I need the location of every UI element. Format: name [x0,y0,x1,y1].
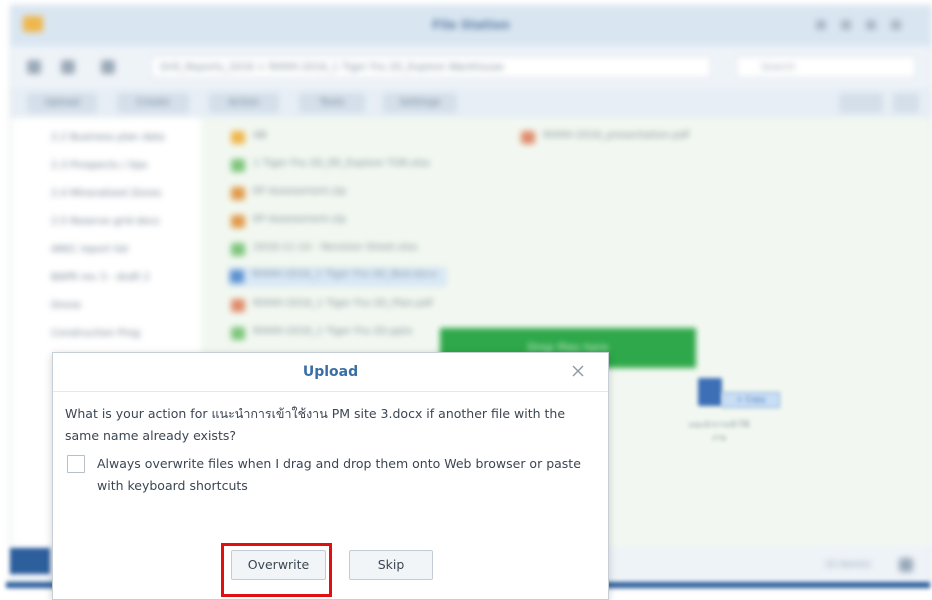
maximize-icon[interactable] [866,20,876,30]
sort-icon[interactable] [893,93,919,113]
folder-tree-item[interactable]: Construction Prog [51,328,140,342]
close-icon-glyph [572,365,584,377]
path-bar: Drill_Reports_2016 > RHHH-2016_1 Tiger F… [11,46,931,88]
file-item[interactable]: EP Assessment.zip [231,214,346,230]
file-item[interactable]: RHHH-2016_1 Tiger Fra 2D_Plan.pdf [231,298,433,314]
pin-icon[interactable] [816,20,826,30]
settings-button[interactable]: Settings [383,93,457,113]
folder-tree-item[interactable]: 2.2 Business plan data [51,132,165,146]
path-field[interactable]: Drill_Reports_2016 > RHHH-2016_1 Tiger F… [151,56,711,78]
dialog-title: Upload [302,364,359,380]
action-menu-button[interactable]: Action [209,93,279,113]
folder-tree-item[interactable]: 2.5 Reserve grid docs [51,216,159,230]
file-item[interactable]: RHHH-2016_1 Tiger Fra 2D.pptx [231,326,413,342]
minimize-icon[interactable] [841,20,851,30]
item-count: 10 item(s) [824,560,871,570]
window-close-icon[interactable] [891,20,901,30]
file-item[interactable]: RHHH-2016_presentation.pdf [521,130,689,146]
file-item[interactable]: AB [231,130,267,146]
overwrite-button[interactable]: Overwrite [231,550,326,580]
back-icon[interactable] [27,60,41,74]
create-menu-button[interactable]: Create [117,93,189,113]
file-item[interactable]: EP Assessment.zip [231,186,346,202]
file-item[interactable]: 2016-11-10 - Revision Sheet.xlsx [231,242,418,258]
folder-tree-item[interactable]: 2.4 Mineralized Zones [51,188,161,202]
skip-button[interactable]: Skip [349,550,433,580]
close-icon[interactable] [568,361,588,381]
window-titlebar: File Station [11,6,931,46]
conflict-question: What is your action for แนะนำการเข้าใช้ง… [65,406,566,443]
dialog-header: Upload [53,353,608,391]
tools-menu-button[interactable]: Tools [299,93,365,113]
refresh-status-icon[interactable] [899,558,913,572]
file-item[interactable]: 1 Tiger Fra 2D_EE_Explore TOR.xlsx [231,158,430,174]
upload-menu-button[interactable]: Upload [27,93,97,113]
view-toggle-button[interactable] [839,93,883,113]
forward-icon[interactable] [61,60,75,74]
toolbar: Upload Create Action Tools Settings [11,88,931,118]
upload-dialog: Upload What is your action for แนะนำการเ… [52,352,609,600]
folder-tree-item[interactable]: BAPR rev 3 - draft 2 [51,272,150,286]
folder-tree-item[interactable]: Drone [51,300,81,314]
drag-copy-badge: + Copy [722,392,780,408]
always-overwrite-checkbox[interactable] [67,455,85,473]
always-overwrite-label[interactable]: Always overwrite files when I drag and d… [97,453,597,497]
search-input[interactable]: Search [736,56,916,78]
dialog-divider [53,391,608,392]
window-title: File Station [432,18,510,32]
folder-tree-item[interactable]: 2.3 Prospects / Ops [51,160,147,174]
refresh-icon[interactable] [101,60,115,74]
file-item-selected[interactable]: RHHH-2016_1 Tiger Fra 2D_Bed.docx [229,268,447,286]
dragged-file-label: แนะนำการเข้าใช้งาน [688,420,750,442]
folder-tree-item[interactable]: AM/C report list [51,244,128,258]
dragged-file-icon [698,378,722,406]
taskbar-tab[interactable] [10,548,50,574]
